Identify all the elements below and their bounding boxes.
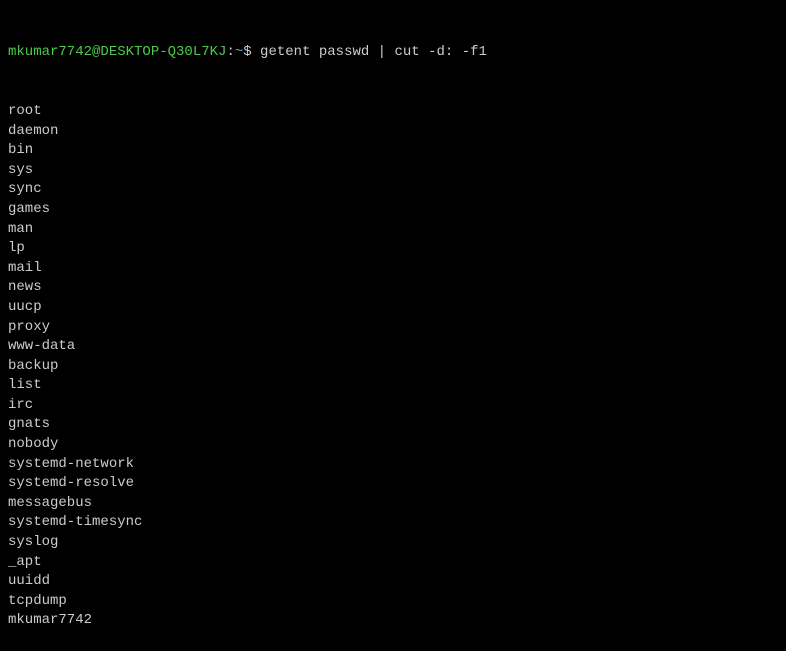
output-line: systemd-resolve bbox=[8, 474, 778, 494]
output-line: backup bbox=[8, 357, 778, 377]
terminal-window[interactable]: mkumar7742@DESKTOP-Q30L7KJ:~$ getent pas… bbox=[8, 4, 778, 651]
command-text: getent passwd | cut -d: -f1 bbox=[252, 44, 487, 60]
output-line: daemon bbox=[8, 122, 778, 142]
output-line: news bbox=[8, 278, 778, 298]
prompt-colon: : bbox=[226, 44, 234, 60]
output-line: games bbox=[8, 200, 778, 220]
output-line: nobody bbox=[8, 435, 778, 455]
output-line: www-data bbox=[8, 337, 778, 357]
output-line: tcpdump bbox=[8, 592, 778, 612]
output-line: uucp bbox=[8, 298, 778, 318]
output-line: bin bbox=[8, 141, 778, 161]
output-line: messagebus bbox=[8, 494, 778, 514]
output-line: irc bbox=[8, 396, 778, 416]
output-line: systemd-timesync bbox=[8, 513, 778, 533]
output-line: gnats bbox=[8, 415, 778, 435]
command-output: rootdaemonbinsyssyncgamesmanlpmailnewsuu… bbox=[8, 102, 778, 631]
output-line: list bbox=[8, 376, 778, 396]
output-line: lp bbox=[8, 239, 778, 259]
prompt-user-host: mkumar7742@DESKTOP-Q30L7KJ bbox=[8, 44, 226, 60]
prompt-dollar: $ bbox=[243, 44, 251, 60]
output-line: root bbox=[8, 102, 778, 122]
output-line: uuidd bbox=[8, 572, 778, 592]
output-line: _apt bbox=[8, 553, 778, 573]
output-line: sync bbox=[8, 180, 778, 200]
output-line: syslog bbox=[8, 533, 778, 553]
output-line: mkumar7742 bbox=[8, 611, 778, 631]
output-line: sys bbox=[8, 161, 778, 181]
output-line: proxy bbox=[8, 318, 778, 338]
output-line: man bbox=[8, 220, 778, 240]
output-line: mail bbox=[8, 259, 778, 279]
prompt-line: mkumar7742@DESKTOP-Q30L7KJ:~$ getent pas… bbox=[8, 43, 778, 63]
prompt-path: ~ bbox=[235, 44, 243, 60]
output-line: systemd-network bbox=[8, 455, 778, 475]
